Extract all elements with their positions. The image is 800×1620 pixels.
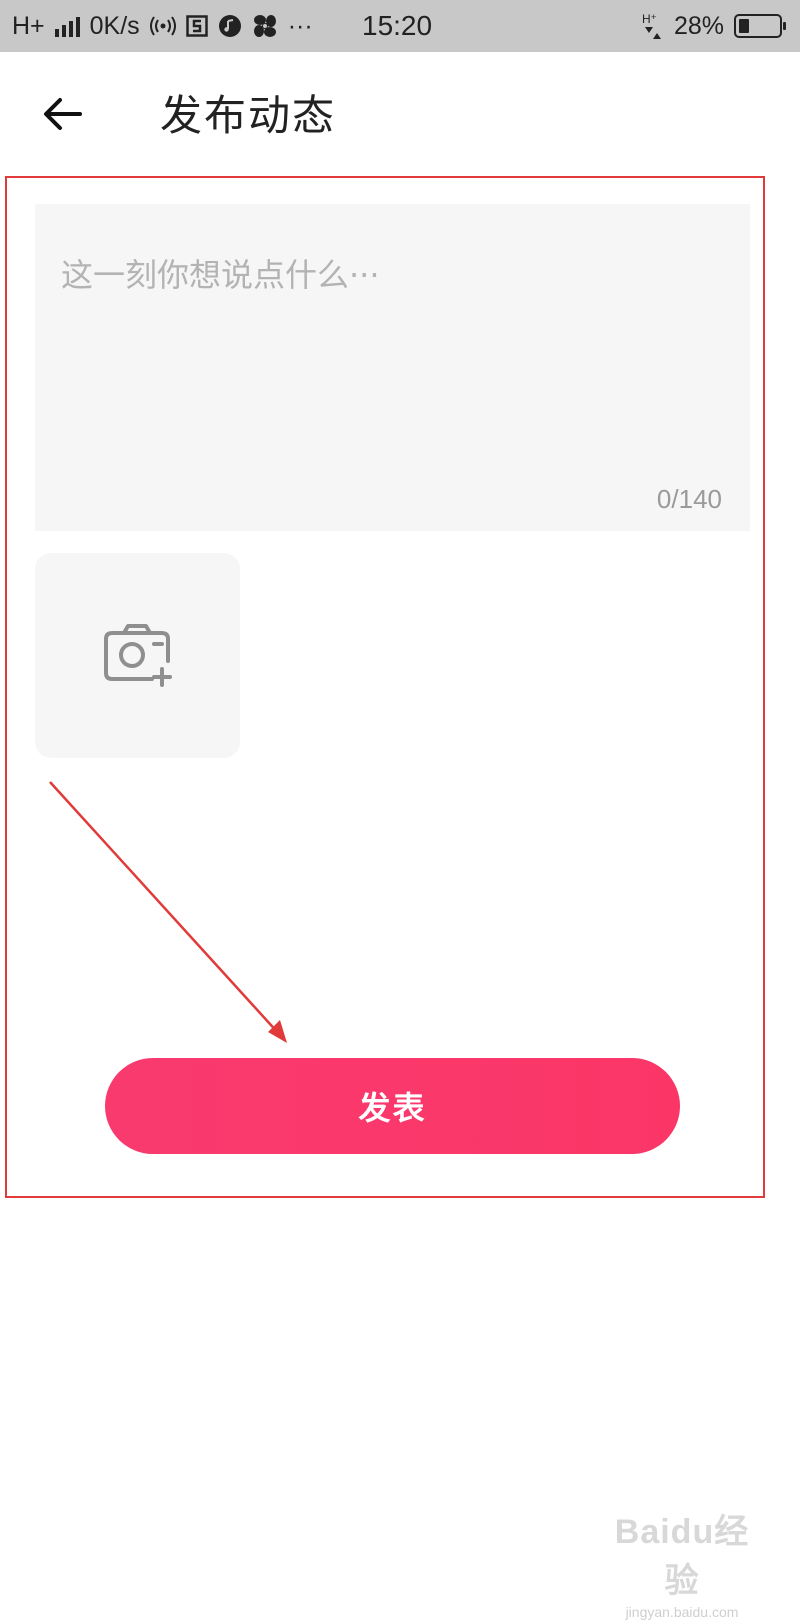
more-icon: ··· bbox=[287, 11, 313, 40]
publish-button[interactable]: 发表 bbox=[105, 1058, 680, 1154]
battery-icon bbox=[734, 14, 786, 38]
status-bar: H+ 0K/s ··· 15:20 H + 28% bbox=[0, 0, 800, 52]
watermark-brand: Baidu经验 bbox=[614, 1513, 750, 1600]
header: 发布动态 bbox=[0, 52, 800, 176]
page-title: 发布动态 bbox=[160, 91, 337, 140]
music-icon bbox=[218, 14, 242, 38]
status-time: 15:20 bbox=[362, 10, 433, 41]
watermark-url: jingyan.baidu.com bbox=[625, 1604, 739, 1620]
hotspot-icon bbox=[149, 15, 176, 37]
network-type: H+ bbox=[12, 11, 45, 40]
svg-text:H: H bbox=[642, 12, 651, 26]
svg-text:+: + bbox=[651, 12, 656, 22]
hplus-data-icon: H + bbox=[642, 11, 664, 41]
baidu-watermark: Baidu经验 jingyan.baidu.com bbox=[602, 1504, 762, 1620]
fan-icon bbox=[252, 13, 278, 39]
post-text-input[interactable]: 这一刻你想说点什么··· 0/140 bbox=[35, 204, 750, 531]
signal-icon bbox=[54, 15, 80, 37]
character-counter: 0/140 bbox=[656, 484, 722, 514]
back-button[interactable] bbox=[34, 86, 90, 142]
camera-plus-icon bbox=[103, 623, 172, 687]
status-bar-right: H + 28% bbox=[642, 0, 786, 52]
post-text-placeholder: 这一刻你想说点什么··· bbox=[61, 256, 380, 294]
battery-percent: 28% bbox=[673, 11, 724, 40]
app-s-icon bbox=[185, 15, 208, 37]
add-photo-button[interactable] bbox=[35, 553, 240, 758]
arrow-left-icon bbox=[44, 98, 82, 130]
status-bar-left: H+ 0K/s ··· bbox=[12, 0, 313, 52]
network-speed: 0K/s bbox=[89, 11, 140, 40]
